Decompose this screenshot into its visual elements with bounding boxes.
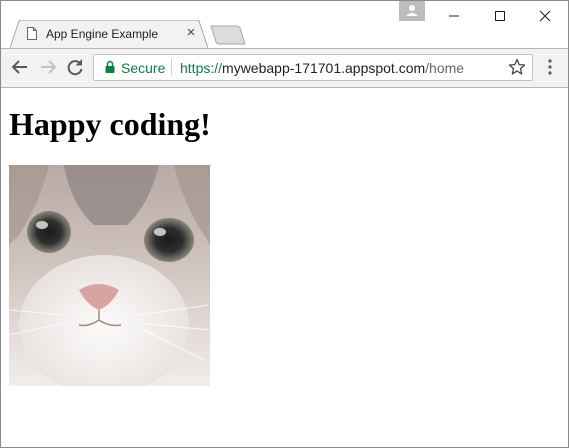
tab-title: App Engine Example	[46, 27, 159, 41]
url-text[interactable]: https://mywebapp-171701.appspot.com/home	[180, 60, 464, 76]
page-content: Happy coding!	[1, 87, 568, 447]
back-arrow-icon[interactable]	[10, 57, 30, 77]
page-heading: Happy coding!	[9, 106, 211, 142]
reload-icon[interactable]	[65, 57, 85, 77]
browser-window: App Engine Example × Secure https://mywe…	[0, 0, 569, 448]
url-path: /home	[425, 60, 465, 76]
lock-icon	[105, 60, 115, 73]
address-bar[interactable]: Secure https://mywebapp-171701.appspot.c…	[93, 54, 533, 81]
star-icon[interactable]	[508, 58, 526, 76]
kitten-image	[9, 165, 210, 386]
minimize-icon	[449, 15, 459, 17]
maximize-icon	[495, 11, 505, 21]
tab-app-engine-example[interactable]: App Engine Example ×	[10, 20, 208, 48]
forward-arrow-icon[interactable]	[38, 57, 58, 77]
close-icon	[539, 10, 551, 22]
menu-icon[interactable]	[544, 58, 556, 76]
secure-label: Secure	[121, 60, 166, 76]
document-icon	[27, 27, 37, 40]
browser-toolbar: Secure https://mywebapp-171701.appspot.c…	[1, 48, 568, 88]
url-scheme: https://	[180, 60, 223, 76]
profile-button[interactable]	[399, 1, 425, 21]
maximize-button[interactable]	[477, 1, 523, 31]
avatar-icon	[406, 5, 418, 16]
url-host: mywebapp-171701.appspot.com	[222, 60, 426, 76]
omnibox-divider	[171, 59, 172, 75]
new-tab-button[interactable]	[210, 25, 246, 45]
title-bar: App Engine Example ×	[1, 1, 568, 48]
window-close-button[interactable]	[522, 1, 568, 31]
minimize-button[interactable]	[431, 1, 477, 31]
tab-close-icon[interactable]: ×	[185, 25, 197, 40]
